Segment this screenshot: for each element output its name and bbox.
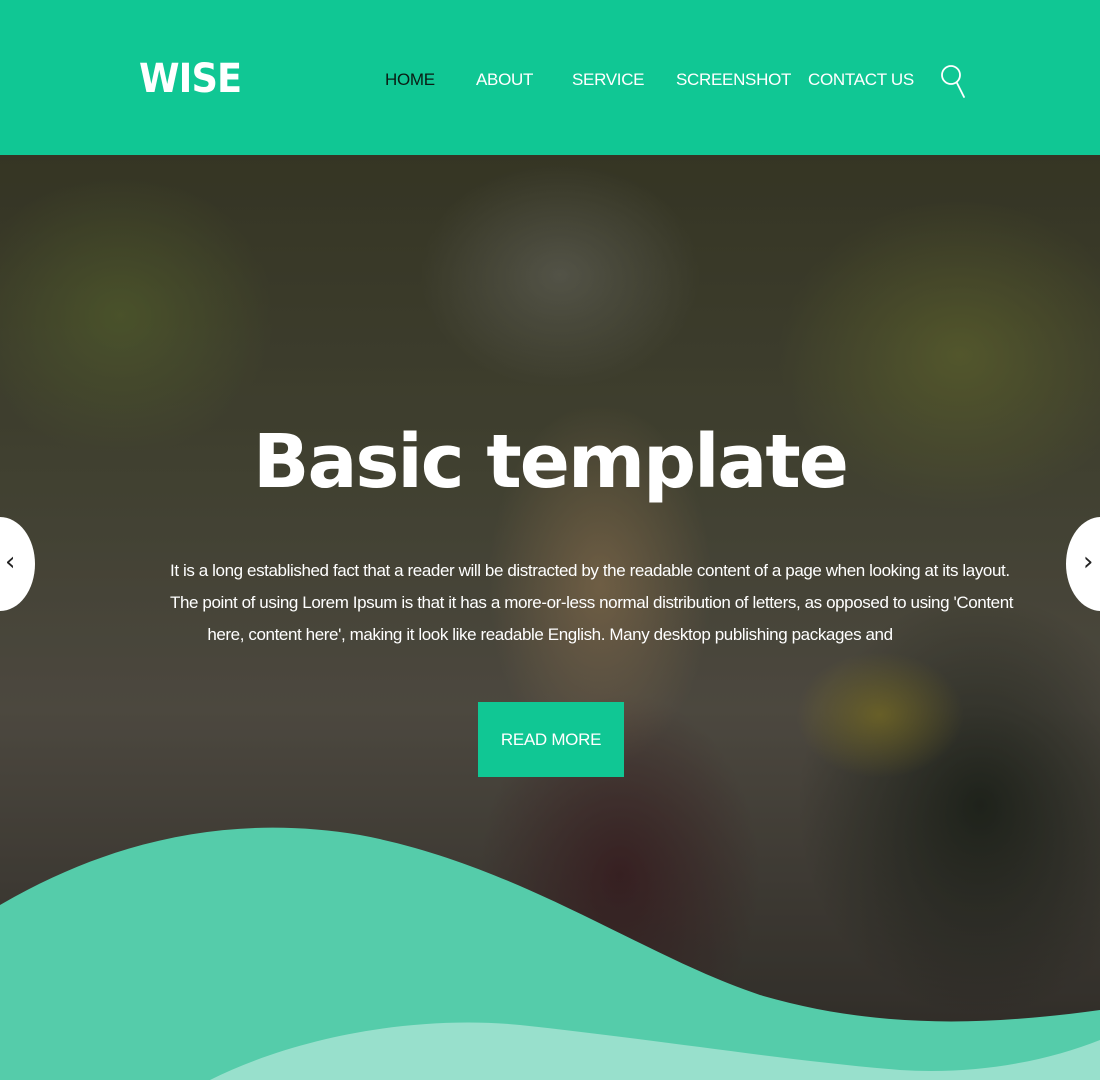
nav-screenshot[interactable]: SCREENSHOT	[676, 66, 791, 94]
chevron-right-icon: ›	[1083, 547, 1094, 577]
hero-slider: Basic template It is a long established …	[0, 155, 1100, 1080]
site-header: WISE HOME ABOUT SERVICE SCREENSHOT CONTA…	[0, 0, 1100, 155]
nav-home[interactable]: HOME	[385, 66, 435, 94]
search-button[interactable]	[940, 60, 966, 100]
read-more-button[interactable]: READ MORE	[478, 702, 624, 777]
search-icon	[941, 65, 965, 98]
hero-text-line: It is a long established fact that a rea…	[170, 561, 1010, 580]
hero-description: It is a long established fact that a rea…	[170, 555, 1014, 651]
nav-contact-us[interactable]: CONTACT US	[808, 66, 914, 94]
hero-text-line: The point of using Lorem Ipsum is that i…	[170, 593, 1014, 612]
hero-text-line: here, content here', making it look like…	[207, 625, 893, 644]
chevron-left-icon: ‹	[5, 547, 16, 577]
nav-about[interactable]: ABOUT	[476, 66, 533, 94]
logo[interactable]: WISE	[139, 54, 242, 104]
hero-title: Basic template	[253, 419, 849, 505]
nav-service[interactable]: SERVICE	[572, 66, 645, 94]
page: WISE HOME ABOUT SERVICE SCREENSHOT CONTA…	[0, 0, 1100, 1080]
